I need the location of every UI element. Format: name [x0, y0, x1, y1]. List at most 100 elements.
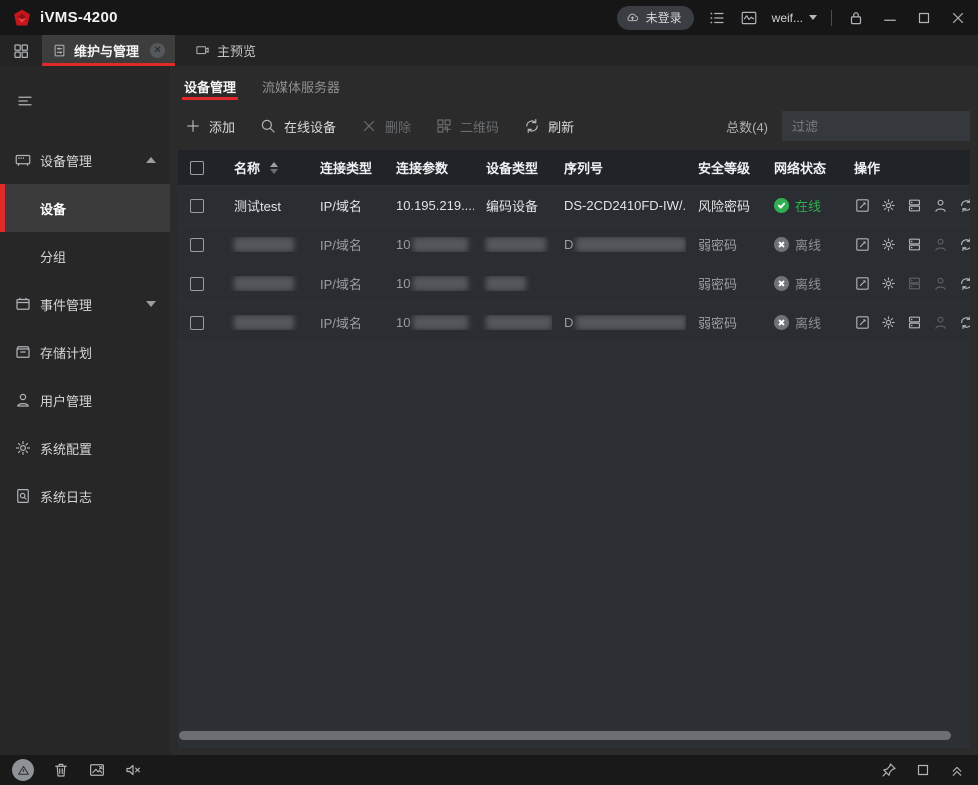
header-security[interactable]: 安全等级 — [686, 158, 762, 177]
sidebar-item-system-config[interactable]: 系统配置 — [0, 424, 170, 472]
serial-number: DS-2CD2410FD-IW/... — [564, 198, 686, 213]
home-grid-button[interactable] — [0, 35, 42, 66]
filter-input[interactable] — [782, 111, 970, 141]
sidebar-item-system-log[interactable]: 系统日志 — [0, 472, 170, 520]
header-name[interactable]: 名称 — [222, 158, 308, 177]
device-status-icon[interactable] — [906, 314, 923, 331]
horizontal-scrollbar[interactable] — [178, 731, 970, 740]
redacted-name — [234, 237, 294, 252]
tab-close-icon[interactable]: ✕ — [150, 43, 166, 58]
header-operation[interactable]: 操作 — [842, 158, 970, 177]
remote-config-gear-icon[interactable] — [880, 197, 897, 214]
refresh-row-icon[interactable] — [958, 236, 970, 253]
online-device-button[interactable]: 在线设备 — [259, 117, 336, 136]
expand-arrow-icon — [146, 301, 156, 307]
app-logo-icon — [14, 9, 30, 25]
table-row[interactable]: IP/域名 10 D 弱密码 离线 — [178, 304, 970, 341]
sidebar-item-device-management[interactable]: 设备管理 — [0, 136, 170, 184]
speaker-muted-icon[interactable] — [124, 761, 142, 779]
page-tab-bar: 设备管理 流媒体服务器 — [170, 66, 978, 104]
tab-main-view[interactable]: 主预览 — [185, 35, 266, 66]
remote-config-gear-icon[interactable] — [880, 275, 897, 292]
device-status-icon[interactable] — [906, 236, 923, 253]
task-list-icon[interactable] — [708, 9, 726, 27]
minimize-button[interactable] — [880, 8, 900, 28]
user-menu[interactable]: weif... — [772, 11, 817, 25]
edit-icon[interactable] — [854, 197, 871, 214]
status-bar — [0, 755, 978, 785]
log-icon — [14, 487, 40, 505]
edit-icon[interactable] — [854, 236, 871, 253]
titlebar-divider — [831, 9, 832, 26]
row-checkbox[interactable] — [190, 198, 204, 213]
image-broken-icon[interactable] — [88, 761, 106, 779]
qr-code-button[interactable]: 二维码 — [435, 117, 499, 136]
header-device-type[interactable]: 设备类型 — [474, 158, 552, 177]
remote-config-gear-icon[interactable] — [880, 314, 897, 331]
window-icon[interactable] — [914, 761, 932, 779]
select-all-checkbox[interactable] — [190, 160, 204, 175]
tab-label: 维护与管理 — [74, 44, 140, 59]
tab-stream-media-server[interactable]: 流媒体服务器 — [262, 77, 340, 104]
tab-device-management[interactable]: 设备管理 — [181, 77, 239, 104]
tools-monitor-icon[interactable] — [740, 9, 758, 27]
row-checkbox[interactable] — [190, 315, 204, 330]
user-manage-icon[interactable] — [932, 197, 949, 214]
login-status-button[interactable]: 未登录 — [616, 5, 694, 30]
table-row[interactable]: 测试test IP/域名 10.195.219.... 编码设备 DS-2CD2… — [178, 187, 970, 224]
add-button[interactable]: 添加 — [184, 117, 235, 136]
search-icon — [261, 119, 275, 133]
header-serial[interactable]: 序列号 — [552, 158, 686, 177]
sidebar-item-device[interactable]: 设备 — [0, 184, 170, 232]
header-conn-type[interactable]: 连接类型 — [308, 158, 384, 177]
table-row[interactable]: IP/域名 10 D 弱密码 离线 — [178, 226, 970, 263]
refresh-row-icon[interactable] — [958, 197, 970, 214]
user-manage-icon[interactable] — [932, 236, 949, 253]
login-status-label: 未登录 — [645, 11, 682, 25]
tab-maintenance-management[interactable]: 维护与管理 ✕ — [42, 35, 176, 66]
sidebar-item-event-management[interactable]: 事件管理 — [0, 280, 170, 328]
header-conn-param[interactable]: 连接参数 — [384, 158, 474, 177]
sidebar-item-group[interactable]: 分组 — [0, 232, 170, 280]
online-device-label: 在线设备 — [284, 119, 337, 135]
table-row[interactable]: IP/域名 10 弱密码 离线 — [178, 265, 970, 302]
refresh-icon — [526, 119, 538, 133]
qr-code-label: 二维码 — [460, 119, 500, 135]
edit-icon[interactable] — [854, 314, 871, 331]
edit-icon[interactable] — [854, 275, 871, 292]
user-manage-icon[interactable] — [932, 314, 949, 331]
security-level: 弱密码 — [698, 316, 738, 331]
scrollbar-thumb[interactable] — [179, 731, 952, 740]
device-toolbar: 添加 在线设备 删除 二维码 刷新 总数(4) 过滤 — [170, 104, 978, 148]
pin-icon[interactable] — [880, 761, 898, 779]
delete-button[interactable]: 删除 — [360, 117, 411, 136]
refresh-button[interactable]: 刷新 — [523, 117, 574, 136]
sidebar-item-storage-schedule[interactable]: 存储计划 — [0, 328, 170, 376]
header-net-status[interactable]: 网络状态 — [762, 158, 842, 177]
sidebar-collapse-button[interactable] — [0, 82, 170, 136]
maximize-button[interactable] — [914, 8, 934, 28]
minimize-icon — [884, 19, 896, 21]
redacted-text — [576, 237, 686, 252]
device-status-icon[interactable] — [906, 275, 923, 292]
offline-status-icon — [774, 315, 789, 330]
row-checkbox[interactable] — [190, 276, 204, 291]
remote-config-gear-icon[interactable] — [880, 236, 897, 253]
alarm-icon[interactable] — [12, 759, 34, 781]
double-chevron-up-icon[interactable] — [948, 761, 966, 779]
tab-label: 主预览 — [217, 44, 257, 59]
online-status-icon — [774, 198, 789, 213]
sort-icon[interactable] — [270, 161, 279, 174]
lock-button[interactable] — [846, 8, 866, 28]
close-button[interactable] — [948, 8, 968, 28]
device-status-icon[interactable] — [906, 197, 923, 214]
user-manage-icon[interactable] — [932, 275, 949, 292]
sidebar-item-user-management[interactable]: 用户管理 — [0, 376, 170, 424]
row-checkbox[interactable] — [190, 237, 204, 252]
refresh-row-icon[interactable] — [958, 314, 970, 331]
refresh-row-icon[interactable] — [958, 275, 970, 292]
offline-status-icon — [774, 237, 789, 252]
trash-icon[interactable] — [52, 761, 70, 779]
table-header: 名称 连接类型 连接参数 设备类型 序列号 安全等级 网络状态 操作 — [178, 150, 970, 185]
conn-type: IP/域名 — [320, 199, 362, 214]
